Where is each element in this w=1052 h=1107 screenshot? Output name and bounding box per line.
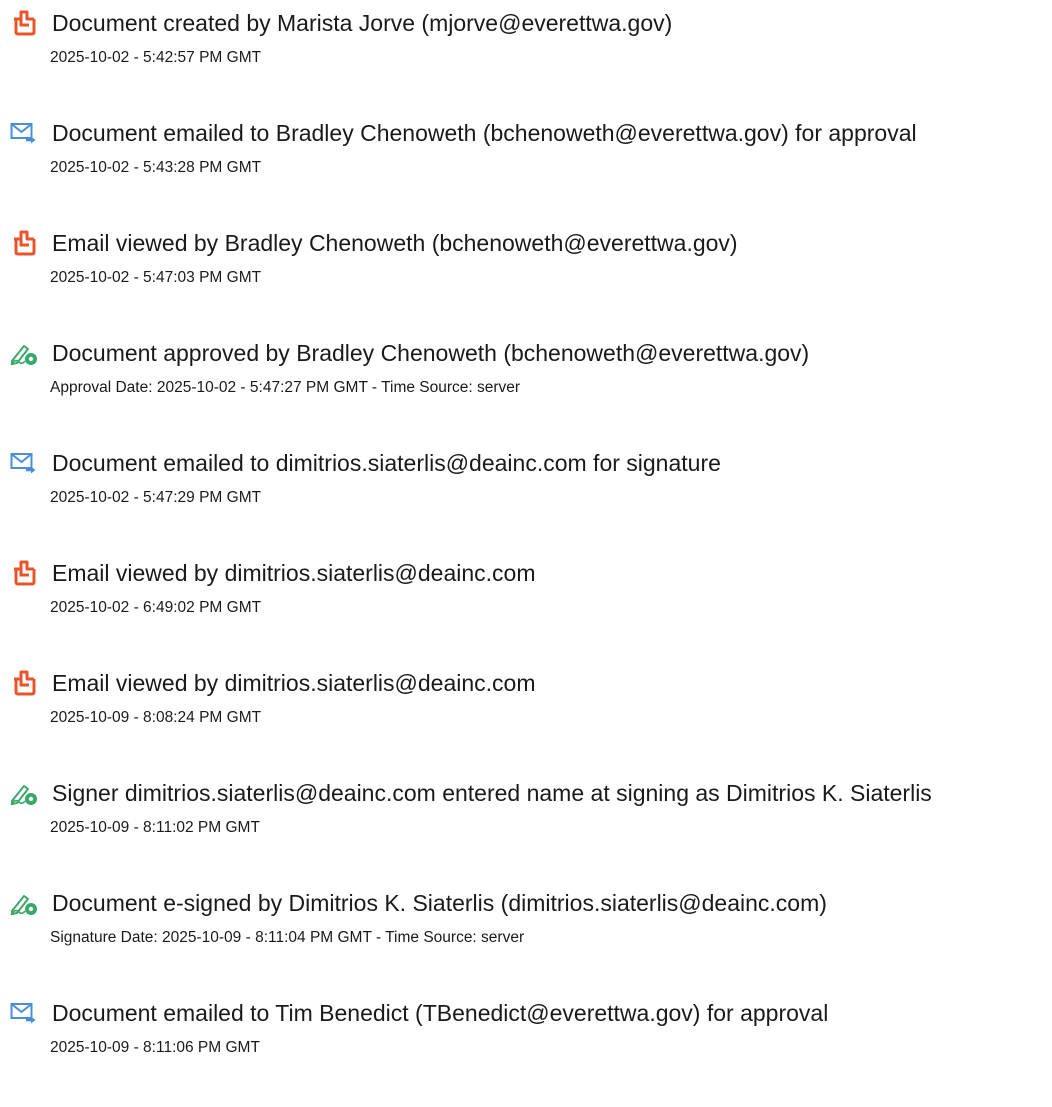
event-timestamp: 2025-10-02 - 5:43:28 PM GMT — [50, 159, 262, 176]
document-icon — [10, 560, 38, 586]
document-icon — [10, 230, 38, 256]
signature-icon — [10, 340, 38, 366]
event-timestamp: 2025-10-02 - 5:47:03 PM GMT — [50, 269, 262, 286]
event-title: Document emailed to Tim Benedict (TBened… — [52, 1000, 829, 1026]
audit-event-created: Document created by Marista Jorve (mjorv… — [0, 0, 1052, 90]
event-timestamp: 2025-10-02 - 5:47:29 PM GMT — [50, 489, 262, 506]
audit-event-email-viewed: Email viewed by dimitrios.siaterlis@deai… — [0, 550, 1052, 640]
audit-event-emailed-for-signature: Document emailed to dimitrios.siaterlis@… — [0, 440, 1052, 530]
audit-event-email-viewed: Email viewed by dimitrios.siaterlis@deai… — [0, 660, 1052, 750]
audit-event-emailed: Document emailed to Tim Benedict (TBened… — [0, 990, 1052, 1080]
audit-event-emailed: Document emailed to Bradley Chenoweth (b… — [0, 110, 1052, 200]
event-timestamp: 2025-10-09 - 8:11:02 PM GMT — [50, 819, 260, 836]
event-title: Email viewed by Bradley Chenoweth (bchen… — [52, 230, 738, 256]
event-title: Document e-signed by Dimitrios K. Siater… — [52, 890, 827, 916]
audit-event-approved: Document approved by Bradley Chenoweth (… — [0, 330, 1052, 420]
event-approval-date: Approval Date: 2025-10-02 - 5:47:27 PM G… — [50, 379, 521, 396]
event-signature-date: Signature Date: 2025-10-09 - 8:11:04 PM … — [50, 929, 525, 946]
event-title: Document created by Marista Jorve (mjorv… — [52, 10, 673, 36]
event-timestamp: 2025-10-09 - 8:08:24 PM GMT — [50, 709, 262, 726]
email-icon — [10, 120, 38, 146]
signature-icon — [10, 890, 38, 916]
event-title: Document emailed to dimitrios.siaterlis@… — [52, 450, 721, 476]
event-title: Document approved by Bradley Chenoweth (… — [52, 340, 810, 366]
event-timestamp: 2025-10-02 - 5:42:57 PM GMT — [50, 49, 262, 66]
signature-icon — [10, 780, 38, 806]
event-title: Email viewed by dimitrios.siaterlis@deai… — [52, 670, 536, 696]
audit-event-email-viewed: Email viewed by Bradley Chenoweth (bchen… — [0, 220, 1052, 310]
event-title: Document emailed to Bradley Chenoweth (b… — [52, 120, 917, 146]
audit-event-e-signed: Document e-signed by Dimitrios K. Siater… — [0, 880, 1052, 970]
event-title: Email viewed by dimitrios.siaterlis@deai… — [52, 560, 536, 586]
email-icon — [10, 450, 38, 476]
event-title: Signer dimitrios.siaterlis@deainc.com en… — [52, 780, 932, 806]
event-timestamp: 2025-10-02 - 6:49:02 PM GMT — [50, 599, 262, 616]
event-timestamp: 2025-10-09 - 8:11:06 PM GMT — [50, 1039, 260, 1056]
document-icon — [10, 670, 38, 696]
email-icon — [10, 1000, 38, 1026]
document-icon — [10, 10, 38, 36]
audit-event-name-entered: Signer dimitrios.siaterlis@deainc.com en… — [0, 770, 1052, 860]
